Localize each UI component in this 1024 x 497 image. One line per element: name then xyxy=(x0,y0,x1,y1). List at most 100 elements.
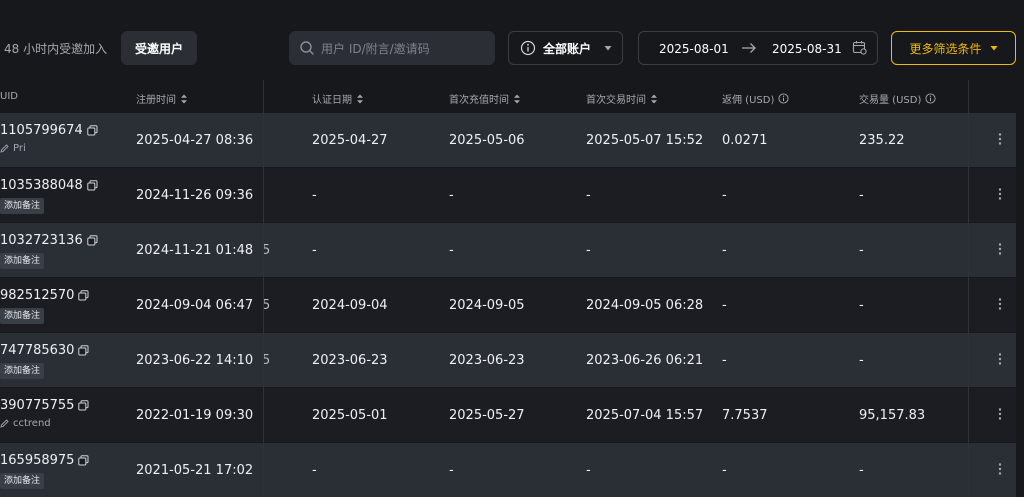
sort-icon[interactable] xyxy=(650,94,658,104)
sticky-column-divider xyxy=(263,80,264,497)
first-trade-time: 2023-06-26 06:21 xyxy=(586,353,704,368)
info-icon[interactable] xyxy=(778,93,789,104)
account-select[interactable]: 全部账户 xyxy=(508,31,623,65)
copy-icon[interactable] xyxy=(78,290,89,301)
copy-icon[interactable] xyxy=(87,180,98,191)
table-row[interactable]: 1105799674 Pri 2025-04-27 08:36 2025-04-27 2… xyxy=(0,113,1016,167)
first-deposit-time: - xyxy=(449,463,454,478)
recent-invites-link[interactable]: 48 小时内受邀加入 xyxy=(4,40,107,57)
edit-icon[interactable] xyxy=(0,144,9,153)
column-label: 首次充值时间 xyxy=(449,95,509,106)
verified-date: 2025-04-27 xyxy=(312,133,388,148)
registered-time: 2022-01-19 09:30 xyxy=(136,408,254,423)
volume-value: - xyxy=(859,353,864,368)
copy-icon[interactable] xyxy=(78,455,89,466)
more-actions-icon[interactable] xyxy=(996,187,1004,201)
account-select-label: 全部账户 xyxy=(543,41,592,56)
info-icon xyxy=(520,40,536,56)
user-note[interactable]: cctrend xyxy=(0,418,51,429)
column-label: 认证日期 xyxy=(312,95,352,106)
rebate-value: 0.0271 xyxy=(722,133,768,148)
user-note[interactable]: Pri xyxy=(0,143,26,154)
column-header-first-deposit[interactable]: 首次充值时间 xyxy=(449,91,521,106)
column-header-registered[interactable]: 注册时间 xyxy=(136,91,188,106)
add-note-button[interactable]: 添加备注 xyxy=(0,363,45,379)
tab-invited-users[interactable]: 受邀用户 xyxy=(121,31,197,65)
verified-date: - xyxy=(312,243,317,258)
registered-time: 2023-06-22 14:10 xyxy=(136,353,254,368)
edit-icon[interactable] xyxy=(0,419,9,428)
uid-cell: 1105799674 xyxy=(0,123,98,138)
first-trade-time: - xyxy=(586,188,591,203)
column-header-first-trade[interactable]: 首次交易时间 xyxy=(586,91,658,106)
first-trade-time: - xyxy=(586,463,591,478)
search-icon xyxy=(300,41,314,55)
verified-date: - xyxy=(312,463,317,478)
add-note-button[interactable]: 添加备注 xyxy=(0,253,45,269)
add-note-button[interactable]: 添加备注 xyxy=(0,473,45,489)
table-row[interactable]: 1035388048 添加备注 2024-11-26 09:36 - - - - - xyxy=(0,168,1016,222)
first-trade-time: - xyxy=(586,243,591,258)
column-label: 首次交易时间 xyxy=(586,95,646,106)
invited-users-table: UID 注册时间 认证日期 首次充值时间 首次交易时间 返佣 (USD) 交易量… xyxy=(0,80,1024,497)
volume-value: - xyxy=(859,298,864,313)
add-note-button[interactable]: 添加备注 xyxy=(0,198,45,214)
rebate-value: - xyxy=(722,298,727,313)
copy-icon[interactable] xyxy=(78,400,89,411)
sticky-column-divider xyxy=(968,80,969,497)
column-header-verified[interactable]: 认证日期 xyxy=(312,91,364,106)
uid-cell: 390775755 xyxy=(0,398,89,413)
verified-date: 2024-09-04 xyxy=(312,298,388,313)
more-filters-button[interactable]: 更多筛选条件 xyxy=(891,31,1016,65)
more-actions-icon[interactable] xyxy=(996,352,1004,366)
volume-value: 235.22 xyxy=(859,133,905,148)
more-actions-icon[interactable] xyxy=(996,242,1004,256)
column-header-rebate: 返佣 (USD) xyxy=(722,91,789,106)
sort-icon[interactable] xyxy=(180,94,188,104)
rebate-value: - xyxy=(722,188,727,203)
rebate-value: - xyxy=(722,243,727,258)
first-deposit-time: - xyxy=(449,243,454,258)
volume-value: - xyxy=(859,243,864,258)
first-deposit-time: 2023-06-23 xyxy=(449,353,525,368)
search-input[interactable]: 用户 ID/附言/邀请码 xyxy=(289,31,495,65)
filter-toolbar: 48 小时内受邀加入 受邀用户 用户 ID/附言/邀请码 全部账户 2025-0… xyxy=(0,0,1024,80)
uid-value: 1032723136 xyxy=(0,233,83,248)
table-row[interactable]: 165958975 添加备注 2021-05-21 17:02 - - - - - xyxy=(0,443,1016,497)
date-range-picker[interactable]: 2025-08-01 2025-08-31 xyxy=(638,31,878,65)
table-row[interactable]: 1032723136 添加备注 2024-11-21 01:48 5- - - - - xyxy=(0,223,1016,277)
column-label: 返佣 (USD) xyxy=(722,95,775,106)
copy-icon[interactable] xyxy=(87,125,98,136)
more-actions-icon[interactable] xyxy=(996,407,1004,421)
volume-value: - xyxy=(859,463,864,478)
column-header-volume: 交易量 (USD) xyxy=(859,91,936,106)
copy-icon[interactable] xyxy=(78,345,89,356)
uid-value: 1035388048 xyxy=(0,178,83,193)
uid-value: 747785630 xyxy=(0,343,75,358)
table-row[interactable]: 982512570 添加备注 2024-09-04 06:47 5 2024-09-04… xyxy=(0,278,1016,332)
first-deposit-time: 2025-05-27 xyxy=(449,408,525,423)
more-actions-icon[interactable] xyxy=(996,297,1004,311)
rebate-value: 7.7537 xyxy=(722,408,768,423)
arrow-right-icon xyxy=(742,43,756,53)
first-deposit-time: - xyxy=(449,188,454,203)
date-to[interactable]: 2025-08-31 xyxy=(772,42,842,56)
registered-time: 2025-04-27 08:36 xyxy=(136,133,254,148)
sort-icon[interactable] xyxy=(513,94,521,104)
column-label: 交易量 (USD) xyxy=(859,95,922,106)
volume-value: 95,157.83 xyxy=(859,408,926,423)
uid-cell: 1032723136 xyxy=(0,233,98,248)
first-trade-time: 2025-05-07 15:52 xyxy=(586,133,704,148)
column-header-uid: UID xyxy=(0,91,18,102)
date-from[interactable]: 2025-08-01 xyxy=(659,42,729,56)
sort-icon[interactable] xyxy=(356,94,364,104)
more-actions-icon[interactable] xyxy=(996,132,1004,146)
registered-time: 2021-05-21 17:02 xyxy=(136,463,254,478)
add-note-button[interactable]: 添加备注 xyxy=(0,308,45,324)
verified-date: - xyxy=(312,188,317,203)
more-actions-icon[interactable] xyxy=(996,462,1004,476)
table-row[interactable]: 747785630 添加备注 2023-06-22 14:10 5 2023-06-23… xyxy=(0,333,1016,387)
info-icon[interactable] xyxy=(925,93,936,104)
copy-icon[interactable] xyxy=(87,235,98,246)
table-row[interactable]: 390775755 cctrend 2022-01-19 09:30 2025-05-… xyxy=(0,388,1016,442)
